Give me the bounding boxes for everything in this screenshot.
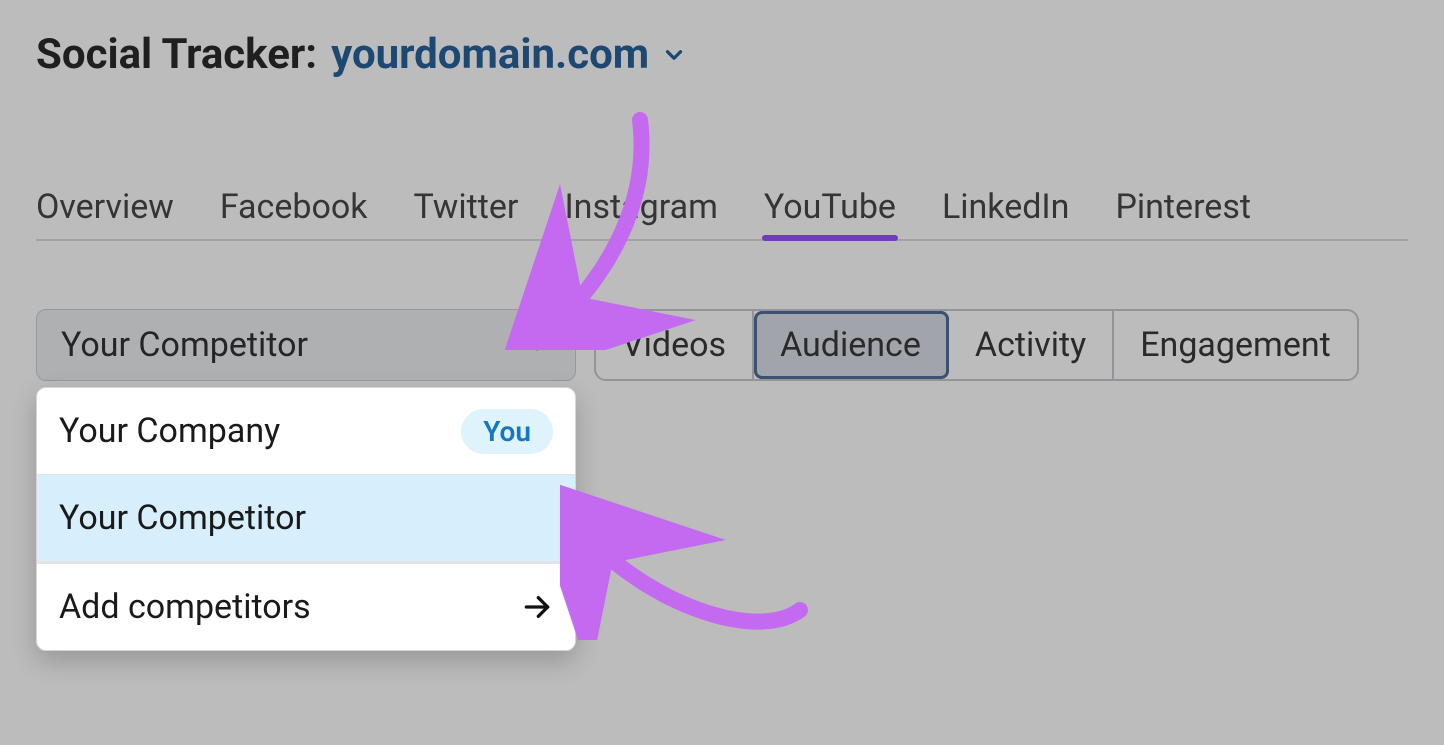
competitor-select: Your Competitor Your Company You Your Co… — [36, 309, 576, 381]
arrow-right-icon — [521, 591, 553, 623]
you-badge: You — [461, 409, 553, 454]
tab-pinterest[interactable]: Pinterest — [1115, 187, 1251, 227]
competitor-select-button[interactable]: Your Competitor — [36, 309, 576, 381]
tab-linkedin[interactable]: LinkedIn — [942, 187, 1069, 227]
tab-youtube[interactable]: YouTube — [764, 187, 896, 227]
competitor-select-value: Your Competitor — [61, 325, 308, 365]
chevron-down-icon — [661, 42, 687, 68]
chevron-down-icon — [523, 331, 551, 359]
dropdown-item-your-company[interactable]: Your Company You — [37, 388, 575, 474]
domain-selector[interactable]: yourdomain.com — [331, 30, 687, 79]
controls-row: Your Competitor Your Company You Your Co… — [36, 309, 1408, 381]
metric-tab-videos[interactable]: Videos — [596, 311, 754, 379]
page-root: Social Tracker: yourdomain.com Overview … — [0, 0, 1444, 745]
tab-facebook[interactable]: Facebook — [220, 187, 368, 227]
dropdown-item-label: Add competitors — [59, 587, 311, 627]
dropdown-add-competitors[interactable]: Add competitors — [37, 564, 575, 650]
dropdown-item-your-competitor[interactable]: Your Competitor — [37, 475, 575, 561]
tab-overview[interactable]: Overview — [36, 187, 174, 227]
tab-instagram[interactable]: Instagram — [564, 187, 717, 227]
dropdown-item-label: Your Company — [59, 411, 280, 451]
dropdown-item-label: Your Competitor — [59, 498, 306, 538]
domain-selector-label: yourdomain.com — [331, 30, 649, 79]
metric-tab-activity[interactable]: Activity — [949, 311, 1114, 379]
tab-twitter[interactable]: Twitter — [413, 187, 518, 227]
page-title-row: Social Tracker: yourdomain.com — [36, 30, 1408, 79]
metric-tab-engagement[interactable]: Engagement — [1114, 311, 1357, 379]
platform-tabs: Overview Facebook Twitter Instagram YouT… — [36, 187, 1408, 241]
competitor-dropdown: Your Company You Your Competitor Add com… — [36, 387, 576, 651]
metric-tab-audience[interactable]: Audience — [754, 311, 949, 379]
page-title-prefix: Social Tracker: — [36, 30, 317, 79]
metric-tabs: Videos Audience Activity Engagement — [594, 309, 1359, 381]
